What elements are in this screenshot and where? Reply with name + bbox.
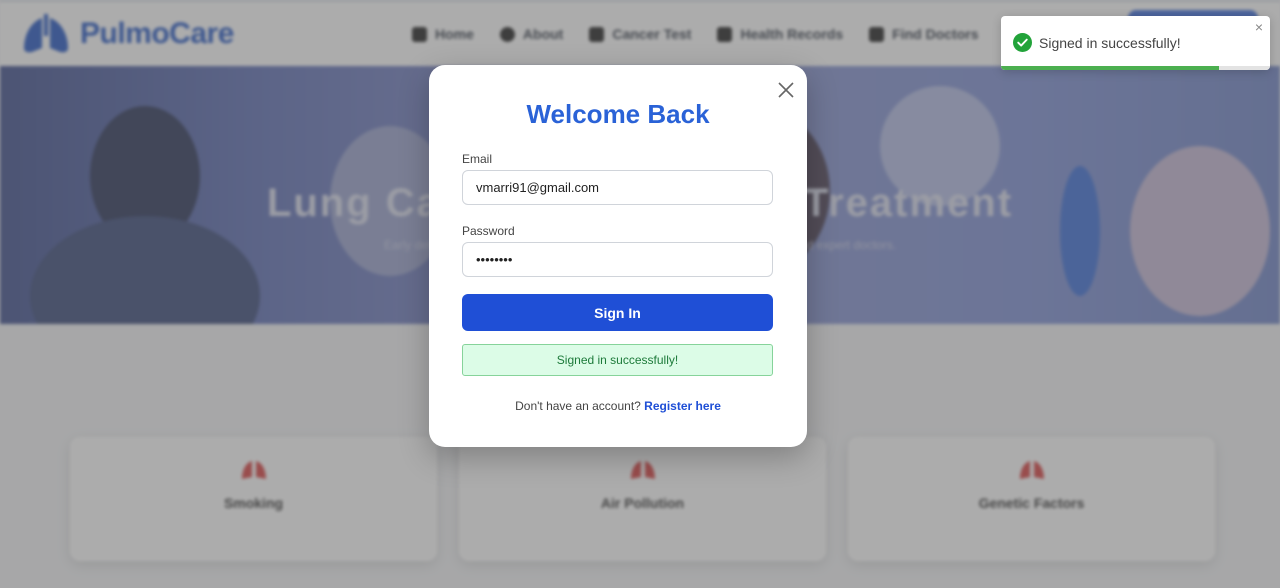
sign-in-button[interactable]: Sign In [462,294,773,331]
success-alert-text: Signed in successfully! [556,353,679,367]
register-prompt-text: Don't have an account? [515,399,641,413]
toast-notification: Signed in successfully! × [1001,16,1270,70]
toast-progress-bar [1001,66,1270,70]
modal-title: Welcome Back [526,99,710,129]
success-alert: Signed in successfully! [462,344,773,376]
email-label: Email [462,152,493,166]
toast-progress-fill [1001,66,1219,70]
register-link[interactable]: Register here [644,399,721,413]
register-prompt: Don't have an account? Register here [429,399,807,413]
login-modal: Welcome Back Email Password Sign In Sign… [429,65,807,447]
close-icon[interactable] [777,81,795,99]
toast-message: Signed in successfully! [1039,35,1181,51]
password-field[interactable] [462,242,773,277]
toast-close-icon[interactable]: × [1255,20,1263,34]
check-circle-icon [1013,33,1032,52]
email-field[interactable] [462,170,773,205]
password-label: Password [462,224,515,238]
